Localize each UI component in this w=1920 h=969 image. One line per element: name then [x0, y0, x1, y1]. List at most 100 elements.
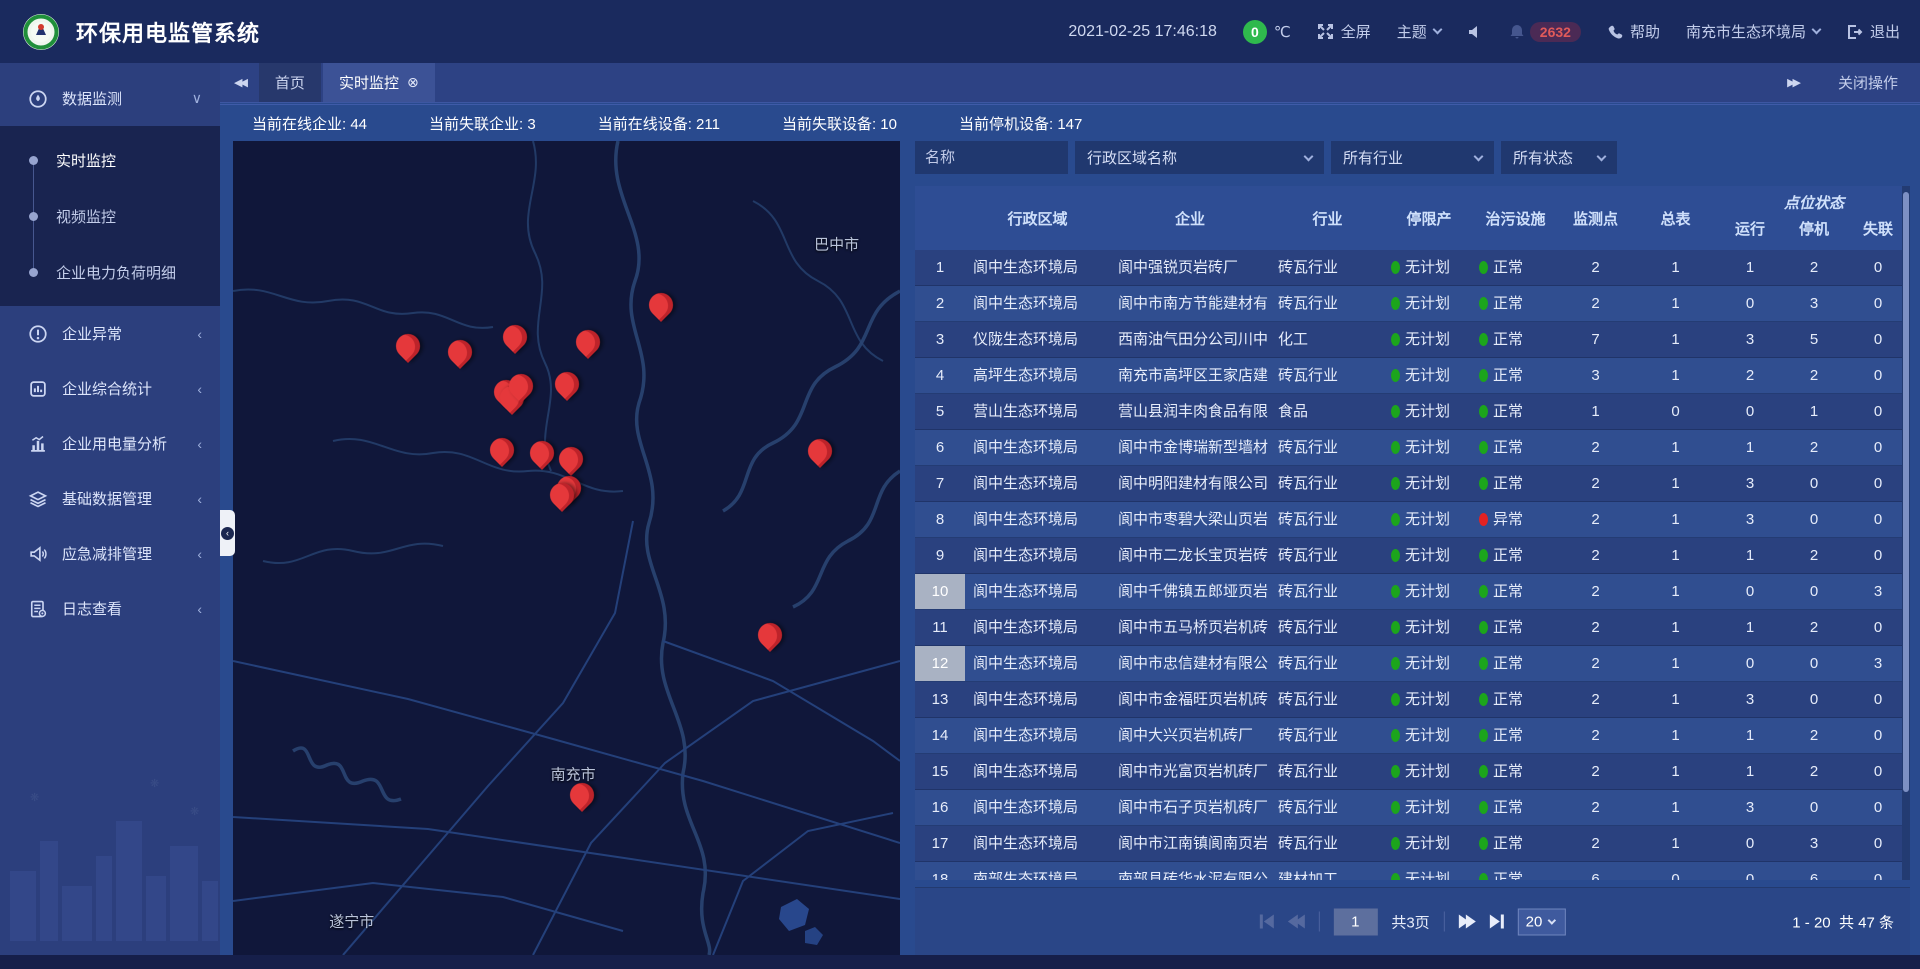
help-button[interactable]: 帮助	[1607, 21, 1660, 42]
sidebar-group-5[interactable]: 基础数据管理‹	[0, 471, 220, 526]
page-size-select[interactable]: 20	[1518, 908, 1566, 935]
tab-实时监控[interactable]: 实时监控⊗	[323, 63, 435, 102]
cell-lost: 3	[1846, 646, 1910, 681]
table-row[interactable]: 14阆中生态环境局阆中大兴页岩机砖厂砖瓦行业无计划正常21120	[915, 718, 1910, 754]
cell-pollution-facility: 正常	[1473, 682, 1558, 717]
sidebar-group-3[interactable]: 企业综合统计‹	[0, 361, 220, 416]
divider	[1318, 912, 1319, 932]
sidebar-collapse-handle[interactable]: ‹	[220, 510, 235, 556]
table-row[interactable]: 4高坪生态环境局南充市高坪区王家店建砖瓦行业无计划正常31220	[915, 358, 1910, 394]
industry-filter-select[interactable]: 所有行业	[1331, 141, 1494, 174]
table-row[interactable]: 13阆中生态环境局阆中市金福旺页岩机砖砖瓦行业无计划正常21300	[915, 682, 1910, 718]
table-row[interactable]: 6阆中生态环境局阆中市金博瑞新型墙材砖瓦行业无计划正常21120	[915, 430, 1910, 466]
cell-industry: 砖瓦行业	[1270, 538, 1385, 573]
facility-text: 正常	[1493, 394, 1523, 429]
fullscreen-button[interactable]: 全屏	[1317, 21, 1371, 42]
sidebar-item-实时监控[interactable]: 实时监控	[0, 132, 220, 188]
table-row[interactable]: 10阆中生态环境局阆中千佛镇五郎垭页岩砖瓦行业无计划正常21003	[915, 574, 1910, 610]
cell-stopped: 6	[1782, 862, 1846, 880]
cell-region: 营山生态环境局	[965, 394, 1110, 429]
tabs-scroll-left-button[interactable]: ◀◀	[220, 63, 259, 102]
scrollbar-thumb[interactable]	[1903, 192, 1909, 792]
close-tab-icon[interactable]: ⊗	[407, 74, 419, 91]
table-scrollbar[interactable]	[1902, 186, 1910, 880]
sidebar-group-2[interactable]: 企业异常‹	[0, 306, 220, 361]
column-header-行业[interactable]: 行业	[1270, 186, 1385, 250]
table-row[interactable]: 1阆中生态环境局阆中强锐页岩砖厂砖瓦行业无计划正常21120	[915, 250, 1910, 286]
user-org-dropdown[interactable]: 南充市生态环境局	[1686, 21, 1820, 42]
cell-lost: 0	[1846, 718, 1910, 753]
status-dot-icon	[1479, 405, 1488, 418]
sidebar-group-7[interactable]: 日志查看‹	[0, 581, 220, 636]
sidebar-group-1[interactable]: 数据监测∨	[0, 71, 220, 126]
name-filter-input[interactable]	[915, 141, 1068, 174]
urban-area-shape	[779, 899, 809, 931]
region-filter-select[interactable]: 行政区域名称	[1075, 141, 1324, 174]
sidebar-group-6[interactable]: 应急减排管理‹	[0, 526, 220, 581]
column-header-企业[interactable]: 企业	[1110, 186, 1270, 250]
cell-pollution-facility: 正常	[1473, 826, 1558, 861]
column-header-治污设施[interactable]: 治污设施	[1473, 186, 1558, 250]
status-dot-icon	[1391, 729, 1400, 742]
pagination-bar: 1 共3页 20 1 - 20 共 47 条	[915, 887, 1910, 955]
logout-button[interactable]: 退出	[1846, 21, 1900, 42]
status-dot-icon	[1479, 585, 1488, 598]
table-row[interactable]: 18南部生态环境局南部县砖华水泥有限公建材加工无计划正常60060	[915, 862, 1910, 880]
map-panel[interactable]: 巴中市南充市遂宁市	[233, 141, 900, 955]
table-row[interactable]: 5营山生态环境局营山县润丰肉食品有限食品无计划正常10010	[915, 394, 1910, 430]
column-header-停限产[interactable]: 停限产	[1385, 186, 1473, 250]
status-filter-select[interactable]: 所有状态	[1501, 141, 1617, 174]
cell-industry: 砖瓦行业	[1270, 358, 1385, 393]
sidebar-item-视频监控[interactable]: 视频监控	[0, 188, 220, 244]
cell-lost: 0	[1846, 466, 1910, 501]
table-row[interactable]: 17阆中生态环境局阆中市江南镇阆南页岩砖瓦行业无计划正常21030	[915, 826, 1910, 862]
column-header-停机[interactable]: 停机	[1782, 218, 1846, 250]
column-header-失联[interactable]: 失联	[1846, 218, 1910, 250]
cell-pollution-facility: 正常	[1473, 538, 1558, 573]
tab-首页[interactable]: 首页	[259, 63, 321, 102]
next-page-button[interactable]	[1459, 915, 1476, 929]
table-row[interactable]: 11阆中生态环境局阆中市五马桥页岩机砖砖瓦行业无计划正常21120	[915, 610, 1910, 646]
previous-page-button[interactable]	[1287, 915, 1304, 929]
table-row[interactable]: 9阆中生态环境局阆中市二龙长宝页岩砖砖瓦行业无计划正常21120	[915, 538, 1910, 574]
status-dot-icon	[1479, 261, 1488, 274]
cell-company: 阆中市二龙长宝页岩砖	[1110, 538, 1270, 573]
cell-monitor-points: 2	[1558, 286, 1633, 321]
app-root: 环保用电监管系统 2021-02-25 17:46:18 0 ℃ 全屏 主题	[0, 0, 1920, 969]
sidebar-group-4[interactable]: 企业用电量分析‹	[0, 416, 220, 471]
cell-pollution-facility: 正常	[1473, 610, 1558, 645]
tab-bar: ◀◀ 首页实时监控⊗ ▶▶ 关闭操作	[220, 63, 1920, 103]
table-row[interactable]: 8阆中生态环境局阆中市枣碧大梁山页岩砖瓦行业无计划异常21300	[915, 502, 1910, 538]
table-row[interactable]: 12阆中生态环境局阆中市忠信建材有限公砖瓦行业无计划正常21003	[915, 646, 1910, 682]
cell-row-number: 3	[915, 322, 965, 357]
close-operations-button[interactable]: 关闭操作	[1838, 72, 1898, 93]
cell-row-number: 13	[915, 682, 965, 717]
column-header-总表[interactable]: 总表	[1633, 186, 1718, 250]
facility-text: 正常	[1493, 538, 1523, 573]
sound-toggle-button[interactable]	[1467, 24, 1483, 40]
cell-row-number: 11	[915, 610, 965, 645]
first-page-button[interactable]	[1259, 915, 1273, 929]
table-row[interactable]: 7阆中生态环境局阆中明阳建材有限公司砖瓦行业无计划正常21300	[915, 466, 1910, 502]
tabs-scroll-right-button[interactable]: ▶▶	[1773, 76, 1812, 89]
page-number-input[interactable]: 1	[1333, 908, 1377, 935]
notifications-button[interactable]: 2632	[1509, 22, 1581, 42]
table-row[interactable]: 15阆中生态环境局阆中市光富页岩机砖厂砖瓦行业无计划正常21120	[915, 754, 1910, 790]
chevron-left-icon: ‹	[197, 601, 202, 617]
cell-lost: 0	[1846, 250, 1910, 285]
column-header-运行[interactable]: 运行	[1718, 218, 1782, 250]
table-row[interactable]: 2阆中生态环境局阆中市南方节能建材有砖瓦行业无计划正常21030	[915, 286, 1910, 322]
table-row[interactable]: 16阆中生态环境局阆中市石子页岩机砖厂砖瓦行业无计划正常21300	[915, 790, 1910, 826]
column-header-监测点[interactable]: 监测点	[1558, 186, 1633, 250]
sidebar-item-企业电力负荷明细[interactable]: 企业电力负荷明细	[0, 244, 220, 300]
cell-running: 0	[1718, 394, 1782, 429]
column-header-行政区域[interactable]: 行政区域	[965, 186, 1110, 250]
cell-monitor-points: 2	[1558, 466, 1633, 501]
cell-total-meters: 1	[1633, 502, 1718, 537]
last-page-button[interactable]	[1490, 915, 1504, 929]
theme-dropdown[interactable]: 主题	[1397, 21, 1441, 42]
cell-row-number: 12	[915, 646, 965, 681]
alert-icon	[28, 324, 48, 344]
table-row[interactable]: 3仪陇生态环境局西南油气田分公司川中化工无计划正常71350	[915, 322, 1910, 358]
limit-text: 无计划	[1405, 718, 1450, 753]
